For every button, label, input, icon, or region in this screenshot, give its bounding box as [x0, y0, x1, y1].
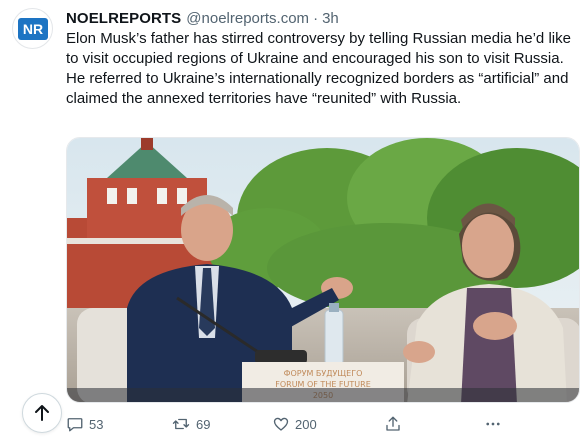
heart-icon — [273, 417, 289, 431]
tweet-timestamp[interactable]: 3h — [322, 10, 339, 27]
tweet-header: NOELREPORTS @noelreports.com · 3h — [66, 8, 339, 28]
tweet-text: Elon Musk’s father has stirred controver… — [66, 30, 571, 107]
header-separator: · — [313, 9, 319, 27]
more-icon — [486, 422, 500, 426]
author-handle[interactable]: @noelreports.com — [186, 10, 309, 27]
like-count: 200 — [295, 416, 317, 432]
banner-line-2: FORUM OF THE FUTURE — [275, 380, 371, 389]
share-button[interactable] — [384, 412, 402, 436]
tweet-media-photo[interactable]: ФОРУМ БУДУЩЕГО FORUM OF THE FUTURE 2050 — [66, 137, 580, 403]
author-name[interactable]: NOELREPORTS — [66, 10, 181, 27]
tweet-actions-bar: 53 69 200 — [66, 412, 546, 436]
photo-illustration: ФОРУМ БУДУЩЕГО FORUM OF THE FUTURE 2050 — [67, 138, 579, 402]
like-button[interactable]: 200 — [272, 412, 317, 436]
more-options-button[interactable] — [484, 412, 502, 436]
reply-icon — [67, 418, 83, 432]
reply-button[interactable]: 53 — [66, 412, 103, 436]
retweet-icon — [172, 418, 190, 430]
noelreports-logo-icon: NR — [17, 17, 48, 40]
reply-count: 53 — [89, 416, 104, 432]
banner-line-1: ФОРУМ БУДУЩЕГО — [284, 369, 363, 378]
retweet-button[interactable]: 69 — [171, 412, 210, 436]
avatar[interactable]: NR — [12, 8, 53, 49]
share-icon — [386, 416, 400, 431]
tweet-card[interactable]: NR NOELREPORTS @noelreports.com · 3h Elo… — [0, 0, 587, 439]
scroll-to-top-button[interactable] — [22, 393, 62, 433]
avatar-logo-text: NR — [22, 21, 42, 37]
arrow-up-icon — [35, 405, 49, 421]
retweet-count: 69 — [196, 416, 211, 432]
